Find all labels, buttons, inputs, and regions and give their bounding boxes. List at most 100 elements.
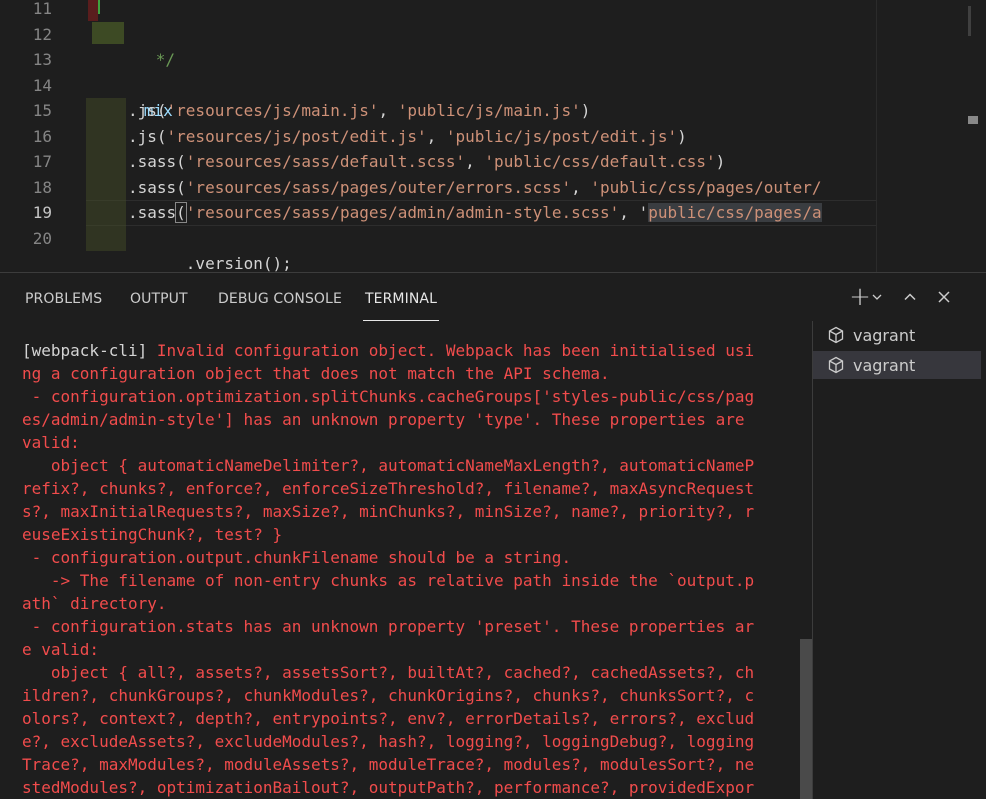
code-line: .sass('resources/sass/pages/outer/errors…	[128, 175, 822, 201]
panel-tabs: PROBLEMS OUTPUT DEBUG CONSOLE TERMINAL	[0, 273, 800, 321]
punctuation: ,	[465, 152, 485, 171]
terminal-vagrant-icon	[828, 356, 844, 374]
line-number: 17	[32, 152, 52, 171]
string-literal: 'resources/sass/pages/admin/admin-style.…	[185, 203, 620, 222]
close-panel-button[interactable]	[930, 283, 958, 311]
code-line: .js('resources/js/post/edit.js', 'public…	[128, 124, 687, 150]
terminal-line: es/admin/admin-style'] has an unknown pr…	[22, 410, 745, 429]
terminal-line: e?, excludeAssets?, excludeModules?, has…	[22, 732, 755, 751]
indent-guide	[86, 98, 126, 124]
terminal-line: object { automaticNameDelimiter?, automa…	[22, 456, 755, 475]
code-editor[interactable]: 11 12 13 14 15 16 17 18 19 20 */ mix .js…	[0, 0, 986, 272]
indent-guide	[86, 123, 126, 149]
code-line: mix	[86, 73, 173, 120]
string-literal: 'resources/js/post/edit.js'	[166, 126, 427, 146]
indent-guide	[86, 225, 126, 251]
tab-output[interactable]: OUTPUT	[130, 273, 188, 321]
line-number: 11	[32, 0, 52, 18]
terminal-line: ng a configuration object that does not …	[22, 364, 610, 383]
matched-bracket: (	[175, 202, 187, 223]
code-line-current: .sass('resources/sass/pages/admin/admin-…	[128, 200, 822, 226]
tab-debug-console[interactable]: DEBUG CONSOLE	[218, 273, 342, 321]
terminal-line: [webpack-cli] Invalid configuration obje…	[22, 339, 792, 362]
method-call: .js(	[128, 101, 167, 120]
terminal-prefix: [webpack-cli]	[22, 341, 148, 360]
terminal-line: - configuration.output.chunkFilename sho…	[22, 548, 572, 567]
version-call: .version();	[185, 254, 292, 272]
tab-problems[interactable]: PROBLEMS	[25, 273, 102, 321]
terminal-line: - configuration.optimization.splitChunks…	[22, 387, 755, 406]
terminal-line: refix?, chunks?, enforce?, enforceSizeTh…	[22, 479, 755, 498]
line-number: 14	[32, 75, 52, 95]
line-number-current: 19	[32, 203, 52, 222]
terminal-line: olors?, context?, depth?, entrypoints?, …	[22, 709, 755, 728]
terminal-error-text: Invalid configuration object. Webpack ha…	[147, 341, 755, 360]
chevron-up-icon	[904, 293, 916, 301]
punctuation: ,	[426, 126, 446, 146]
bottom-panel: PROBLEMS OUTPUT DEBUG CONSOLE TERMINAL +…	[0, 272, 986, 799]
code-line: */	[98, 22, 175, 69]
editor-scrollbar[interactable]	[960, 0, 986, 272]
string-literal: 'public/css/default.css'	[484, 152, 716, 171]
punctuation: )	[715, 152, 726, 171]
terminal-vagrant-icon	[828, 326, 844, 344]
line-number: 12	[32, 24, 52, 44]
terminal-output[interactable]: [webpack-cli] Invalid configuration obje…	[0, 321, 798, 799]
string-literal: 'resources/sass/pages/outer/errors.scss'	[185, 177, 572, 197]
terminal-dropdown-button[interactable]	[868, 283, 886, 311]
terminal-line: Trace?, maxModules?, moduleAssets?, modu…	[22, 755, 755, 774]
comment-end: */	[155, 50, 176, 69]
scrollbar-thumb[interactable]	[968, 116, 978, 124]
line-number: 13	[32, 50, 52, 69]
terminal-scrollbar-thumb[interactable]	[800, 639, 812, 799]
terminal-instance-label: vagrant	[853, 355, 916, 375]
terminal-line: s?, maxInitialRequests?, maxSize?, minCh…	[22, 502, 755, 521]
punctuation: ,	[571, 177, 591, 197]
terminal-line: - configuration.stats has an unknown pro…	[22, 617, 755, 636]
string-literal: 'public/css/pages/outer/	[590, 177, 822, 197]
tab-terminal[interactable]: TERMINAL	[363, 273, 439, 321]
code-text-area[interactable]: */ mix .js('resources/js/main.js', 'publ…	[86, 0, 876, 272]
string-literal: 'public/js/post/edit.js'	[445, 126, 678, 146]
panel-actions: +	[846, 282, 966, 312]
line-number: 18	[32, 177, 52, 197]
terminal-line: e valid:	[22, 640, 100, 659]
code-line: .version();	[128, 226, 292, 272]
scrollbar-overview-mark	[968, 6, 971, 36]
terminal-instance-label: vagrant	[853, 325, 916, 345]
code-line: .js('resources/js/main.js', 'public/js/m…	[128, 98, 590, 124]
method-call: .sass	[128, 203, 177, 222]
terminal-instance-vagrant-2[interactable]: vagrant	[813, 351, 981, 379]
string-literal: 'public/js/main.js'	[397, 101, 581, 120]
line-number-gutter: 11 12 13 14 15 16 17 18 19 20	[0, 0, 86, 272]
punctuation: )	[677, 126, 687, 146]
terminal-line: ath` directory.	[22, 594, 167, 613]
method-call: .sass(	[128, 177, 186, 197]
punctuation: ,	[378, 101, 398, 120]
string-literal: 'resources/sass/default.scss'	[185, 152, 466, 171]
chevron-down-icon	[872, 294, 882, 300]
close-icon	[938, 291, 950, 303]
maximize-panel-button[interactable]	[896, 283, 924, 311]
line-number: 15	[32, 101, 52, 120]
terminal-instance-list: vagrant vagrant	[813, 321, 986, 799]
indent-guide	[86, 200, 126, 226]
line-number: 20	[32, 228, 52, 248]
terminal-line: -> The filename of non-entry chunks as r…	[22, 571, 755, 590]
terminal-lines: [webpack-cli] Invalid configuration obje…	[22, 339, 792, 799]
terminal-line: euseExistingChunk?, test? }	[22, 525, 283, 544]
terminal-line: stedModules?, optimizationBailout?, outp…	[22, 778, 755, 797]
terminal-instance-vagrant-1[interactable]: vagrant	[813, 321, 981, 349]
code-line: .sass('resources/sass/default.scss', 'pu…	[128, 149, 725, 175]
string-literal: 'resources/js/main.js'	[166, 101, 379, 120]
method-call: .sass(	[128, 152, 186, 171]
method-call: .js(	[128, 126, 167, 146]
terminal-line: valid:	[22, 433, 80, 452]
indent-guide	[86, 174, 126, 200]
line-number: 16	[32, 126, 52, 146]
selected-text: public/css/pages/a	[648, 203, 822, 222]
terminal-line: object { all?, assets?, assetsSort?, bui…	[22, 663, 755, 682]
punctuation: )	[580, 101, 591, 120]
editor-divider	[876, 0, 877, 272]
indent-guide	[86, 149, 126, 175]
